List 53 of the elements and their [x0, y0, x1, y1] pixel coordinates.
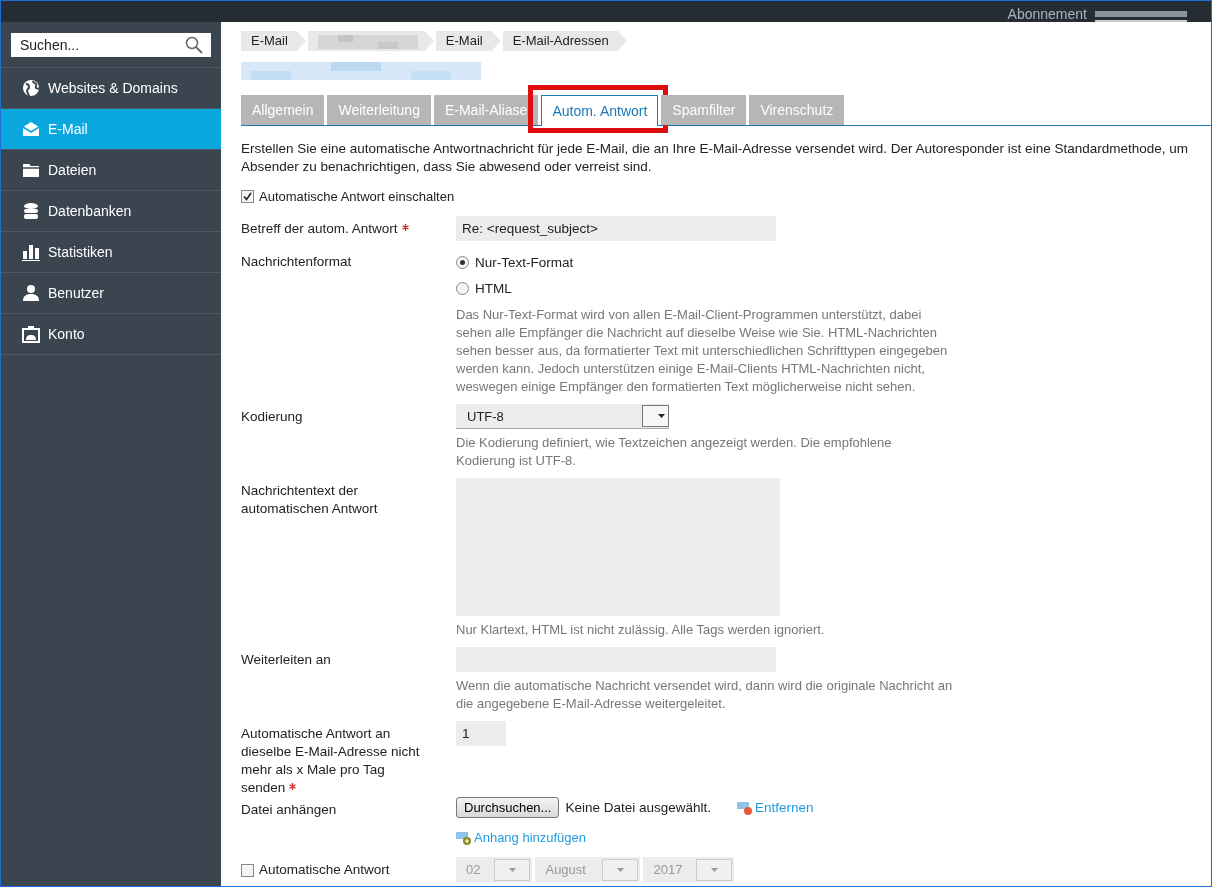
caret-icon [710, 867, 718, 872]
dropdown[interactable]: UTF-8 [456, 404, 669, 429]
hint-text: Nur Klartext, HTML ist nicht zulässig. Alle Tags werden ignoriert. [456, 621, 825, 639]
field-label: Nachrichtentext der automatischen Antwort [241, 482, 379, 518]
globe-icon [22, 79, 40, 97]
search-icon [185, 36, 203, 54]
check-mark-icon [243, 192, 252, 201]
breadcrumb-item[interactable]: E-Mail-Adressen [502, 31, 627, 51]
database-icon [22, 202, 40, 220]
caret-icon [616, 867, 624, 872]
checkbox-label: Automatische Antwort einschalten [259, 189, 455, 204]
bar-chart-icon [22, 243, 40, 261]
search-field[interactable]: Suchen... [11, 33, 211, 57]
remove-attachment-icon [737, 800, 754, 815]
checkbox[interactable] [241, 190, 254, 203]
sidebar-item[interactable]: Dateien [1, 150, 221, 191]
dropdown: 02 [456, 857, 533, 882]
radio-label: HTML [475, 280, 512, 296]
folder-icon [22, 161, 40, 179]
field-label: Nachrichtenformat [241, 253, 353, 271]
intro-text: Erstellen Sie eine automatische Antwortnachricht für jede E-Mail, die an Ihre E-Mail-Adresse versendet wird. Der Autoresponder ist eine Standardmethode, um Absender zu benachrichtigen, dass Sie abwesend oder verreist sind. [241, 140, 1189, 176]
sidebar-item[interactable]: Statistiken [1, 232, 221, 273]
input-field[interactable]: Re: <request_subject> [456, 216, 776, 241]
breadcrumb-item[interactable]: E-Mail [435, 31, 501, 51]
radio-label: Nur-Text-Format [475, 254, 574, 270]
breadcrumb-item[interactable]: E-Mail [241, 31, 306, 51]
sidebar-item[interactable]: Konto [1, 314, 221, 355]
user-icon [22, 284, 40, 302]
input-field[interactable]: 1 [456, 721, 506, 746]
browse-button[interactable]: Durchsuchen... [456, 797, 560, 818]
dropdown: 2017 [643, 857, 735, 882]
radio-button[interactable] [456, 281, 469, 295]
envelope-icon [22, 120, 40, 138]
subscription-label: Abonnement [1007, 7, 1087, 22]
field-label: Datei anhängen [241, 801, 338, 819]
hint-text: Das Nur-Text-Format wird von allen E-Mail-Client-Programmen unterstützt, dabei sehen alle Empfänger die Nachricht auf dieselbe Weise wie Sie. HTML-Nachrichten sehen besser aus, da formatierter Text mit unterschiedlichen Schrifttypen eingegeben werden kann. Jedoch unterstützen einige E-Mail-Clients HTML-Nachrichten nicht, weswegen einige Empfänger den formatierten Text möglicherweise nicht sehen. [456, 306, 949, 396]
caret-icon [657, 414, 665, 418]
checkbox-label: Automatische Antwort [259, 861, 390, 879]
radio-button[interactable] [456, 255, 469, 269]
field-label: Kodierung [241, 408, 304, 426]
caret-icon [508, 867, 516, 872]
add-attachment-icon [456, 830, 472, 845]
file-status: Keine Datei ausgewählt. [565, 800, 712, 815]
field-label: Weiterleiten an [241, 651, 332, 669]
field-label: Betreff der autom. Antwort [241, 216, 456, 241]
tab[interactable]: Autom. Antwort [541, 95, 659, 126]
field-label: Automatische Antwort an dieselbe E-Mail-Adresse nicht mehr als x Male pro Tag senden [241, 725, 421, 797]
sidebar-item[interactable]: Datenbanken [1, 191, 221, 232]
hint-text: Wenn die automatische Nachricht versendet wird, dann wird die originale Nachricht an die angegebene E-Mail-Adresse weitergeleitet. [456, 677, 954, 713]
sidebar-item[interactable]: Benutzer [1, 273, 221, 314]
id-card-icon [22, 325, 40, 343]
dropdown: August [535, 857, 641, 882]
hint-text: Die Kodierung definiert, wie Textzeichen angezeigt werden. Die empfohlene Kodierung ist UTF-8. [456, 434, 893, 470]
